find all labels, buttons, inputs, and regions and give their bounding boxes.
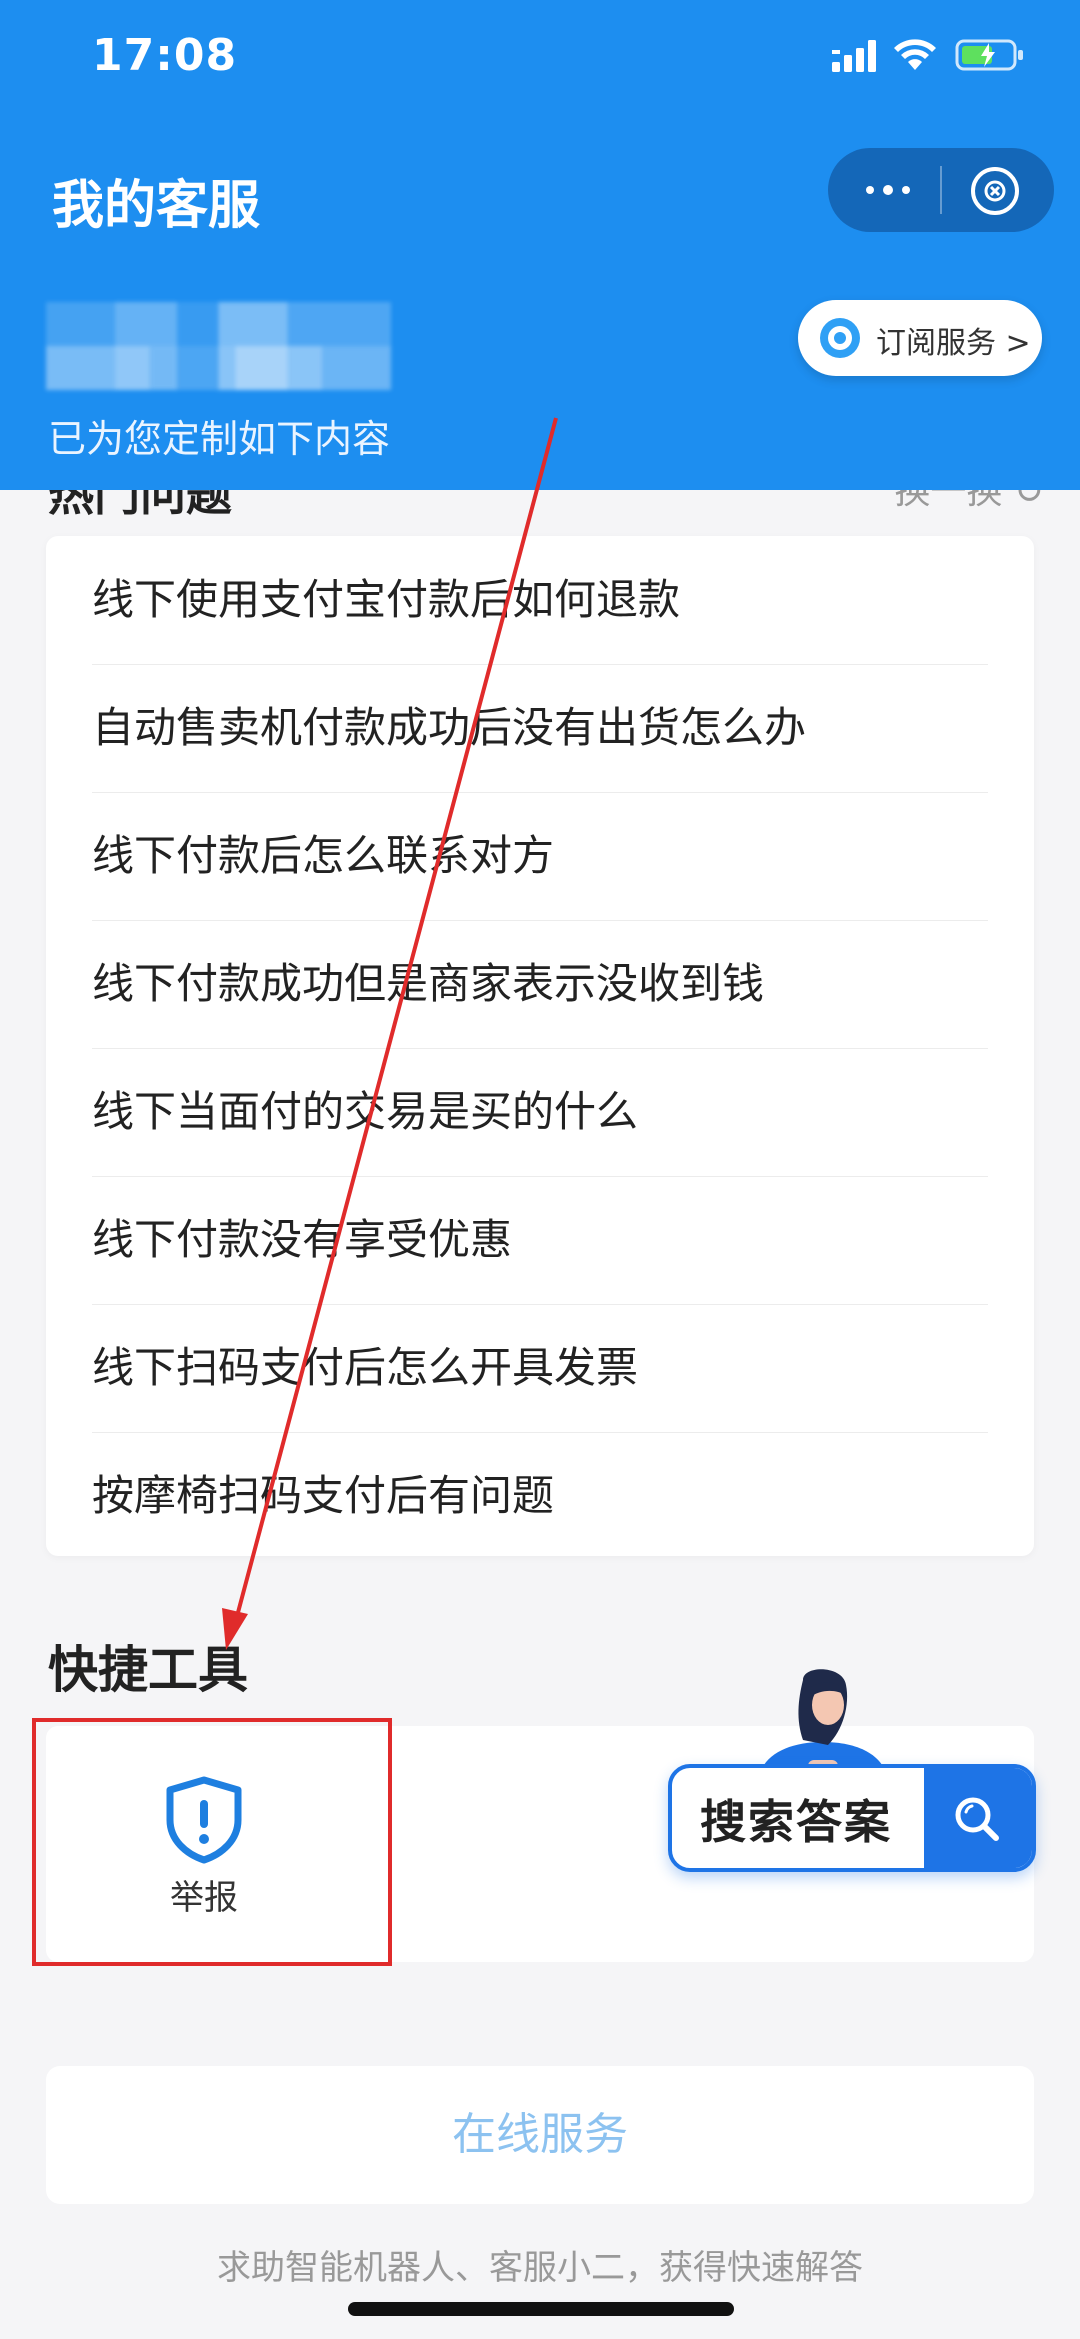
mini-program-capsule [828, 148, 1054, 232]
question-item-4[interactable]: 线下付款成功但是商家表示没收到钱 [92, 920, 988, 1049]
report-tool-button[interactable]: 举报 [46, 1726, 392, 1962]
capsule-divider [940, 166, 942, 214]
report-tool-label: 举报 [170, 1878, 238, 1918]
home-indicator[interactable] [348, 2302, 734, 2316]
question-item-1[interactable]: 线下使用支付宝付款后如何退款 [92, 536, 988, 665]
shield-alert-icon [166, 1776, 242, 1864]
status-bar: 17:08 [0, 0, 1080, 110]
online-service-help-text: 求助智能机器人、客服小二，获得快速解答 [217, 2248, 863, 2288]
question-item-3[interactable]: 线下付款后怎么联系对方 [92, 792, 988, 921]
search-button[interactable] [924, 1768, 1032, 1868]
subscribe-service-button[interactable]: 订阅服务 > [798, 300, 1042, 376]
question-item-5[interactable]: 线下当面付的交易是买的什么 [92, 1048, 988, 1177]
question-item-7[interactable]: 线下扫码支付后怎么开具发票 [92, 1304, 988, 1433]
close-mini-program-icon[interactable] [968, 164, 1022, 218]
question-list-card: 线下使用支付宝付款后如何退款 自动售卖机付款成功后没有出货怎么办 线下付款后怎么… [46, 536, 1034, 1556]
search-answer-label: 搜索答案 [700, 1795, 892, 1849]
search-answer-box[interactable]: 搜索答案 [668, 1764, 1036, 1872]
quick-tools-title: 快捷工具 [48, 1641, 248, 1699]
question-item-6[interactable]: 线下付款没有享受优惠 [92, 1176, 988, 1305]
online-service-button[interactable]: 在线服务 [46, 2066, 1034, 2204]
signal-icon [832, 40, 876, 72]
assistant-girl-illustration [758, 1669, 888, 1780]
blurred-user-name [46, 302, 391, 390]
question-item-2[interactable]: 自动售卖机付款成功后没有出货怎么办 [92, 664, 988, 793]
subscribe-service-label: 订阅服务 > [876, 326, 1031, 361]
search-icon [955, 1797, 999, 1841]
question-item-8[interactable]: 按摩椅扫码支付后有问题 [92, 1432, 988, 1560]
header-subtitle: 已为您定制如下内容 [48, 417, 391, 461]
header: 17:08 我的客服 已为您定制如下内容 订阅服务 > [0, 0, 1080, 490]
subscribe-bell-icon [820, 318, 860, 358]
status-time: 17:08 [92, 30, 238, 81]
page-title: 我的客服 [52, 176, 261, 236]
more-icon[interactable] [858, 172, 918, 208]
search-answer-widget[interactable]: 搜索答案 [668, 1660, 1040, 1880]
battery-icon [955, 39, 1023, 71]
wifi-icon [894, 39, 936, 70]
